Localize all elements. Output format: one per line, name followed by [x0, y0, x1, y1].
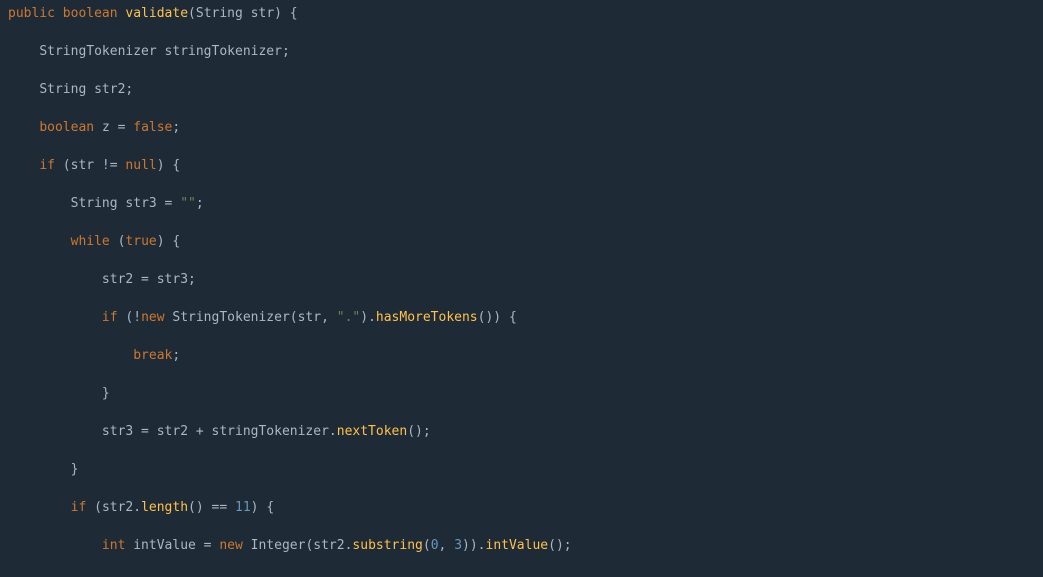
type-ref: String [71, 196, 118, 211]
method-call: length [141, 500, 188, 515]
num-literal: 11 [235, 500, 251, 515]
keyword-while: while [71, 234, 110, 249]
method-call: substring [352, 538, 422, 553]
code-line: boolean z = false; [8, 118, 1043, 137]
code-line: } [8, 460, 1043, 479]
keyword-boolean: boolean [63, 6, 118, 21]
keyword-new: new [141, 310, 164, 325]
keyword-boolean: boolean [39, 120, 94, 135]
var-ref: str2 [102, 500, 133, 515]
method-call: intValue [486, 538, 549, 553]
code-line: String str3 = ""; [8, 194, 1043, 213]
code-line: break; [8, 346, 1043, 365]
code-line: str3 = str2 + stringTokenizer.nextToken(… [8, 422, 1043, 441]
ctor: StringTokenizer [172, 310, 289, 325]
param-name: str [251, 6, 274, 21]
code-editor[interactable]: public boolean validate(String str) { St… [0, 0, 1043, 577]
var-decl: str3 [125, 196, 156, 211]
type-ref: String [39, 82, 86, 97]
code-line: if (str != null) { [8, 156, 1043, 175]
var-ref: str [71, 158, 94, 173]
code-line: str2 = str3; [8, 270, 1043, 289]
ctor: Integer [251, 538, 306, 553]
literal-true: true [125, 234, 156, 249]
method-call: nextToken [337, 424, 407, 439]
keyword-if: if [39, 158, 55, 173]
code-line: int intValue = new Integer(str2.substrin… [8, 536, 1043, 555]
code-line: String str2; [8, 80, 1043, 99]
keyword-new: new [219, 538, 242, 553]
code-line: if (!new StringTokenizer(str, ".").hasMo… [8, 308, 1043, 327]
type-ref: StringTokenizer [39, 44, 156, 59]
var-ref: str2 [313, 538, 344, 553]
method-call: hasMoreTokens [376, 310, 478, 325]
string-literal: "." [337, 310, 360, 325]
var-ref: str2 [102, 272, 133, 287]
keyword-int: int [102, 538, 125, 553]
literal-false: false [133, 120, 172, 135]
var-ref: str3 [102, 424, 133, 439]
var-ref: str [298, 310, 321, 325]
var-decl: intValue [133, 538, 196, 553]
literal-null: null [125, 158, 156, 173]
method-name: validate [125, 6, 188, 21]
code-line: while (true) { [8, 232, 1043, 251]
keyword-if: if [71, 500, 87, 515]
num-literal: 3 [454, 538, 462, 553]
var-decl: str2 [94, 82, 125, 97]
code-line: public boolean validate(String str) { [8, 4, 1043, 23]
num-literal: 0 [431, 538, 439, 553]
keyword-public: public [8, 6, 55, 21]
var-ref: str3 [157, 272, 188, 287]
var-ref: str2 [157, 424, 188, 439]
code-line: } [8, 384, 1043, 403]
var-ref: stringTokenizer [212, 424, 329, 439]
code-line: StringTokenizer stringTokenizer; [8, 42, 1043, 61]
var-decl: z [102, 120, 110, 135]
code-line: if (str2.length() == 11) { [8, 498, 1043, 517]
var-decl: stringTokenizer [165, 44, 282, 59]
param-type: String [196, 6, 243, 21]
string-literal: "" [180, 196, 196, 211]
keyword-if: if [102, 310, 118, 325]
keyword-break: break [133, 348, 172, 363]
